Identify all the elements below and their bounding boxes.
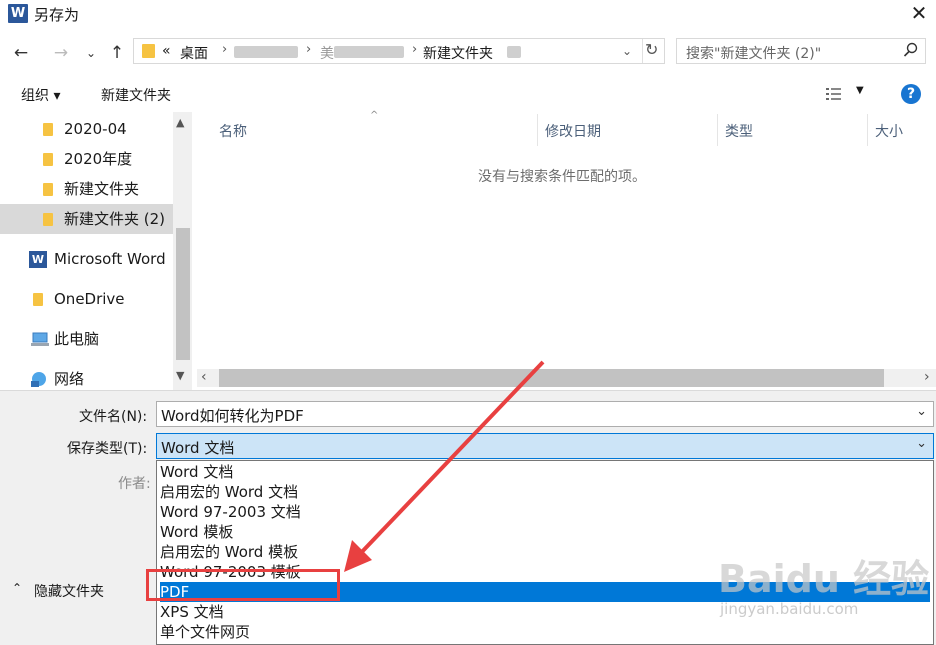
baidu-watermark: Baidu 经验 [718, 557, 930, 601]
baidu-watermark-url: jingyan.baidu.com [720, 600, 859, 618]
